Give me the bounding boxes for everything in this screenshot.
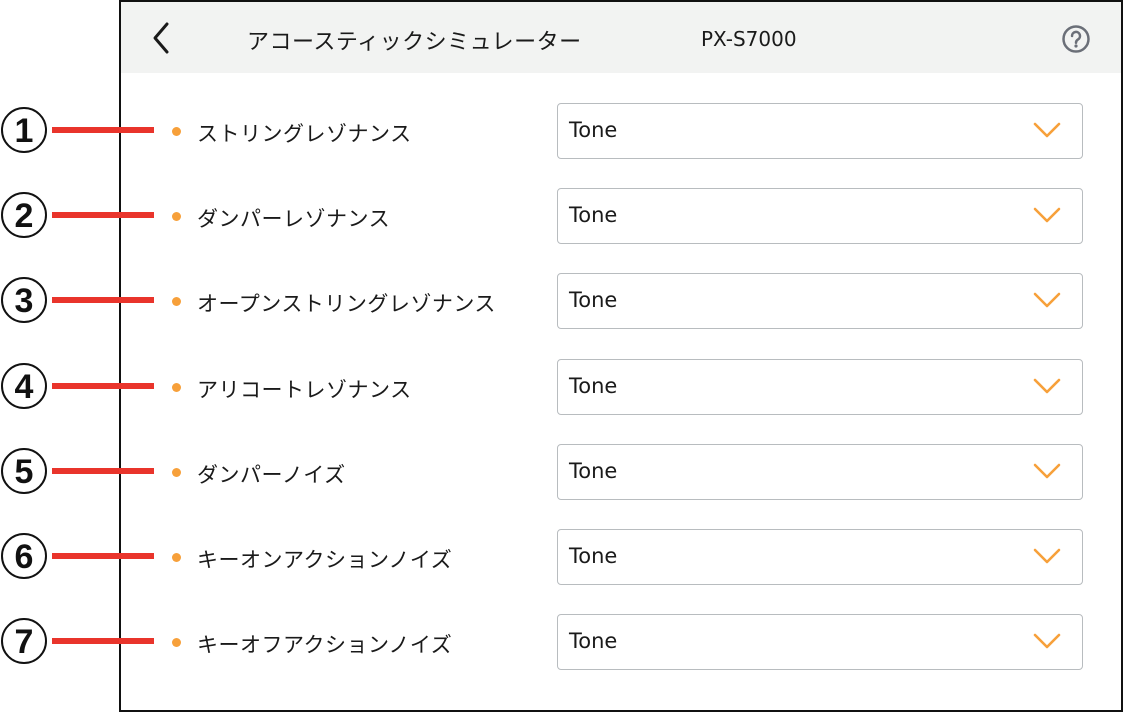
chevron-left-icon (153, 22, 169, 54)
bullet-dot (172, 638, 181, 648)
chevron-down-icon (1033, 207, 1061, 223)
tone-dropdown[interactable]: Tone (557, 103, 1083, 159)
question-circle-icon (1062, 25, 1090, 53)
callout-marker-2: 2 (0, 192, 155, 242)
callout-marker-4: 4 (0, 362, 155, 413)
setting-label: キーオフアクションノイズ (197, 633, 453, 658)
device-screen: アコースティックシミュレーター PX-S7000 ストリングレゾナンス Tone… (119, 0, 1123, 712)
setting-row-3: オープンストリングレゾナンス Tone (121, 273, 1121, 330)
chevron-down-icon (1033, 633, 1061, 649)
setting-label: ダンパーノイズ (197, 462, 346, 487)
page-title: アコースティックシミュレーター (247, 30, 582, 55)
callout-marker-1: 1 (0, 107, 155, 157)
callout-line (52, 297, 154, 304)
setting-label: アリコートレゾナンス (197, 377, 412, 402)
tone-dropdown[interactable]: Tone (557, 358, 1083, 415)
callout-number: 4 (1, 362, 47, 409)
setting-label: ストリングレゾナンス (197, 122, 412, 146)
bullet-dot (172, 127, 181, 136)
setting-row-6: キーオンアクションノイズ Tone (121, 529, 1121, 585)
callout-marker-6: 6 (0, 533, 155, 583)
bullet-dot (172, 467, 181, 477)
callout-line (52, 638, 154, 645)
setting-label: オープンストリングレゾナンス (197, 292, 496, 317)
callout-marker-3: 3 (0, 277, 155, 327)
setting-label: キーオンアクションノイズ (197, 548, 453, 572)
setting-row-1: ストリングレゾナンス Tone (121, 103, 1121, 159)
callout-line (52, 127, 154, 133)
dropdown-value: Tone (569, 458, 618, 483)
dropdown-value: Tone (569, 288, 618, 313)
model-name: PX-S7000 (701, 27, 797, 51)
tone-dropdown[interactable]: Tone (557, 273, 1083, 330)
callout-number: 3 (1, 277, 47, 324)
tone-dropdown[interactable]: Tone (557, 443, 1083, 500)
callout-line (52, 467, 154, 474)
callout-number: 2 (1, 192, 47, 239)
chevron-down-icon (1033, 293, 1061, 308)
bullet-dot (172, 212, 181, 222)
setting-row-4: アリコートレゾナンス Tone (121, 358, 1121, 415)
chevron-down-icon (1033, 378, 1061, 393)
tone-dropdown[interactable]: Tone (557, 614, 1083, 671)
chevron-down-icon (1033, 122, 1061, 138)
dropdown-value: Tone (569, 373, 618, 398)
chevron-down-icon (1033, 548, 1061, 564)
callout-number: 6 (1, 533, 47, 579)
bullet-dot (172, 382, 181, 392)
callout-marker-5: 5 (0, 447, 155, 498)
callout-marker-7: 7 (0, 618, 155, 668)
callout-line (52, 382, 154, 389)
chevron-down-icon (1033, 463, 1061, 479)
header-bar: アコースティックシミュレーター PX-S7000 (121, 2, 1121, 73)
help-button[interactable] (1061, 24, 1091, 54)
dropdown-value: Tone (569, 544, 618, 568)
dropdown-value: Tone (569, 203, 618, 228)
callout-line (52, 212, 154, 219)
bullet-dot (172, 553, 181, 562)
callout-line (52, 553, 154, 559)
tone-dropdown[interactable]: Tone (557, 529, 1083, 585)
dropdown-value: Tone (569, 118, 618, 142)
setting-row-5: ダンパーノイズ Tone (121, 443, 1121, 500)
setting-label: ダンパーレゾナンス (197, 207, 391, 232)
setting-row-7: キーオフアクションノイズ Tone (121, 614, 1121, 671)
callout-number: 1 (1, 107, 47, 153)
callout-number: 7 (1, 618, 47, 665)
callout-number: 5 (1, 447, 47, 494)
dropdown-value: Tone (569, 629, 618, 654)
back-button[interactable] (147, 20, 177, 56)
setting-row-2: ダンパーレゾナンス Tone (121, 188, 1121, 245)
tone-dropdown[interactable]: Tone (557, 188, 1083, 245)
bullet-dot (172, 297, 181, 307)
